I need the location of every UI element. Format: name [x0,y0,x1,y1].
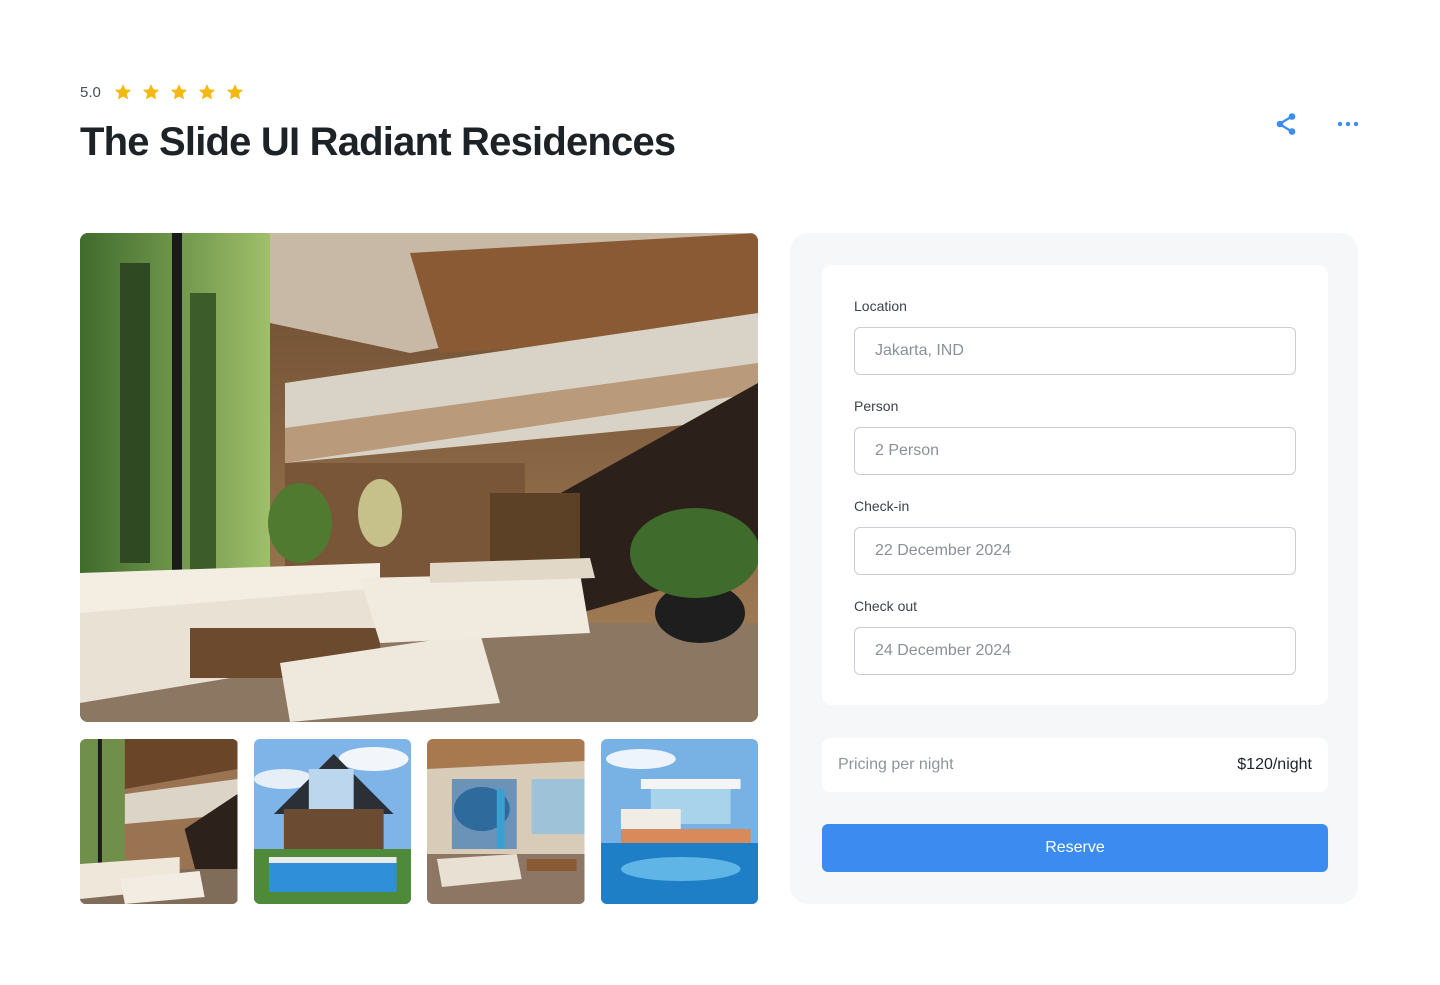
thumbnail-strip [80,739,758,904]
page-title: The Slide UI Radiant Residences [80,120,676,164]
star-icon [198,84,216,100]
star-icon [226,84,244,100]
checkout-input[interactable] [854,627,1296,675]
location-label: Location [854,298,907,314]
pricing-value: $120/night [1237,756,1312,773]
reserve-button[interactable]: Reserve [822,824,1328,872]
person-field-group: Person [854,397,1296,475]
thumbnail-4[interactable] [600,739,758,904]
rating: 5.0 [80,82,245,102]
star-icon [170,84,188,100]
thumbnail-2[interactable] [253,739,411,904]
more-dots-icon [1337,121,1359,127]
hero-image[interactable] [80,233,758,722]
star-icon [114,84,132,100]
beach-loft-interior-illustration [427,739,585,904]
checkin-field-group: Check-in [854,497,1296,575]
share-button[interactable] [1274,110,1298,138]
pricing-label: Pricing per night [838,756,954,773]
interior-staircase-illustration [80,739,238,904]
booking-form: Location Person Check-in Check out [822,265,1328,705]
thumbnail-1[interactable] [80,739,238,904]
checkout-label: Check out [854,598,918,614]
person-input[interactable] [854,427,1296,475]
rating-value: 5.0 [80,83,101,101]
checkin-input[interactable] [854,527,1296,575]
checkin-label: Check-in [854,498,910,514]
location-field-group: Location [854,297,1296,375]
booking-panel: Location Person Check-in Check out Prici… [790,233,1358,904]
share-icon [1276,113,1296,135]
top-actions [1274,110,1360,138]
thumbnail-3[interactable] [427,739,585,904]
house-with-pool-illustration [253,739,411,904]
star-icon [142,84,160,100]
pricing-row: Pricing per night $120/night [822,738,1328,792]
person-label: Person [854,398,899,414]
checkout-field-group: Check out [854,597,1296,675]
modern-villa-pool-illustration [600,739,758,904]
more-button[interactable] [1336,110,1360,138]
living-room-illustration [80,233,758,722]
location-input[interactable] [854,327,1296,375]
